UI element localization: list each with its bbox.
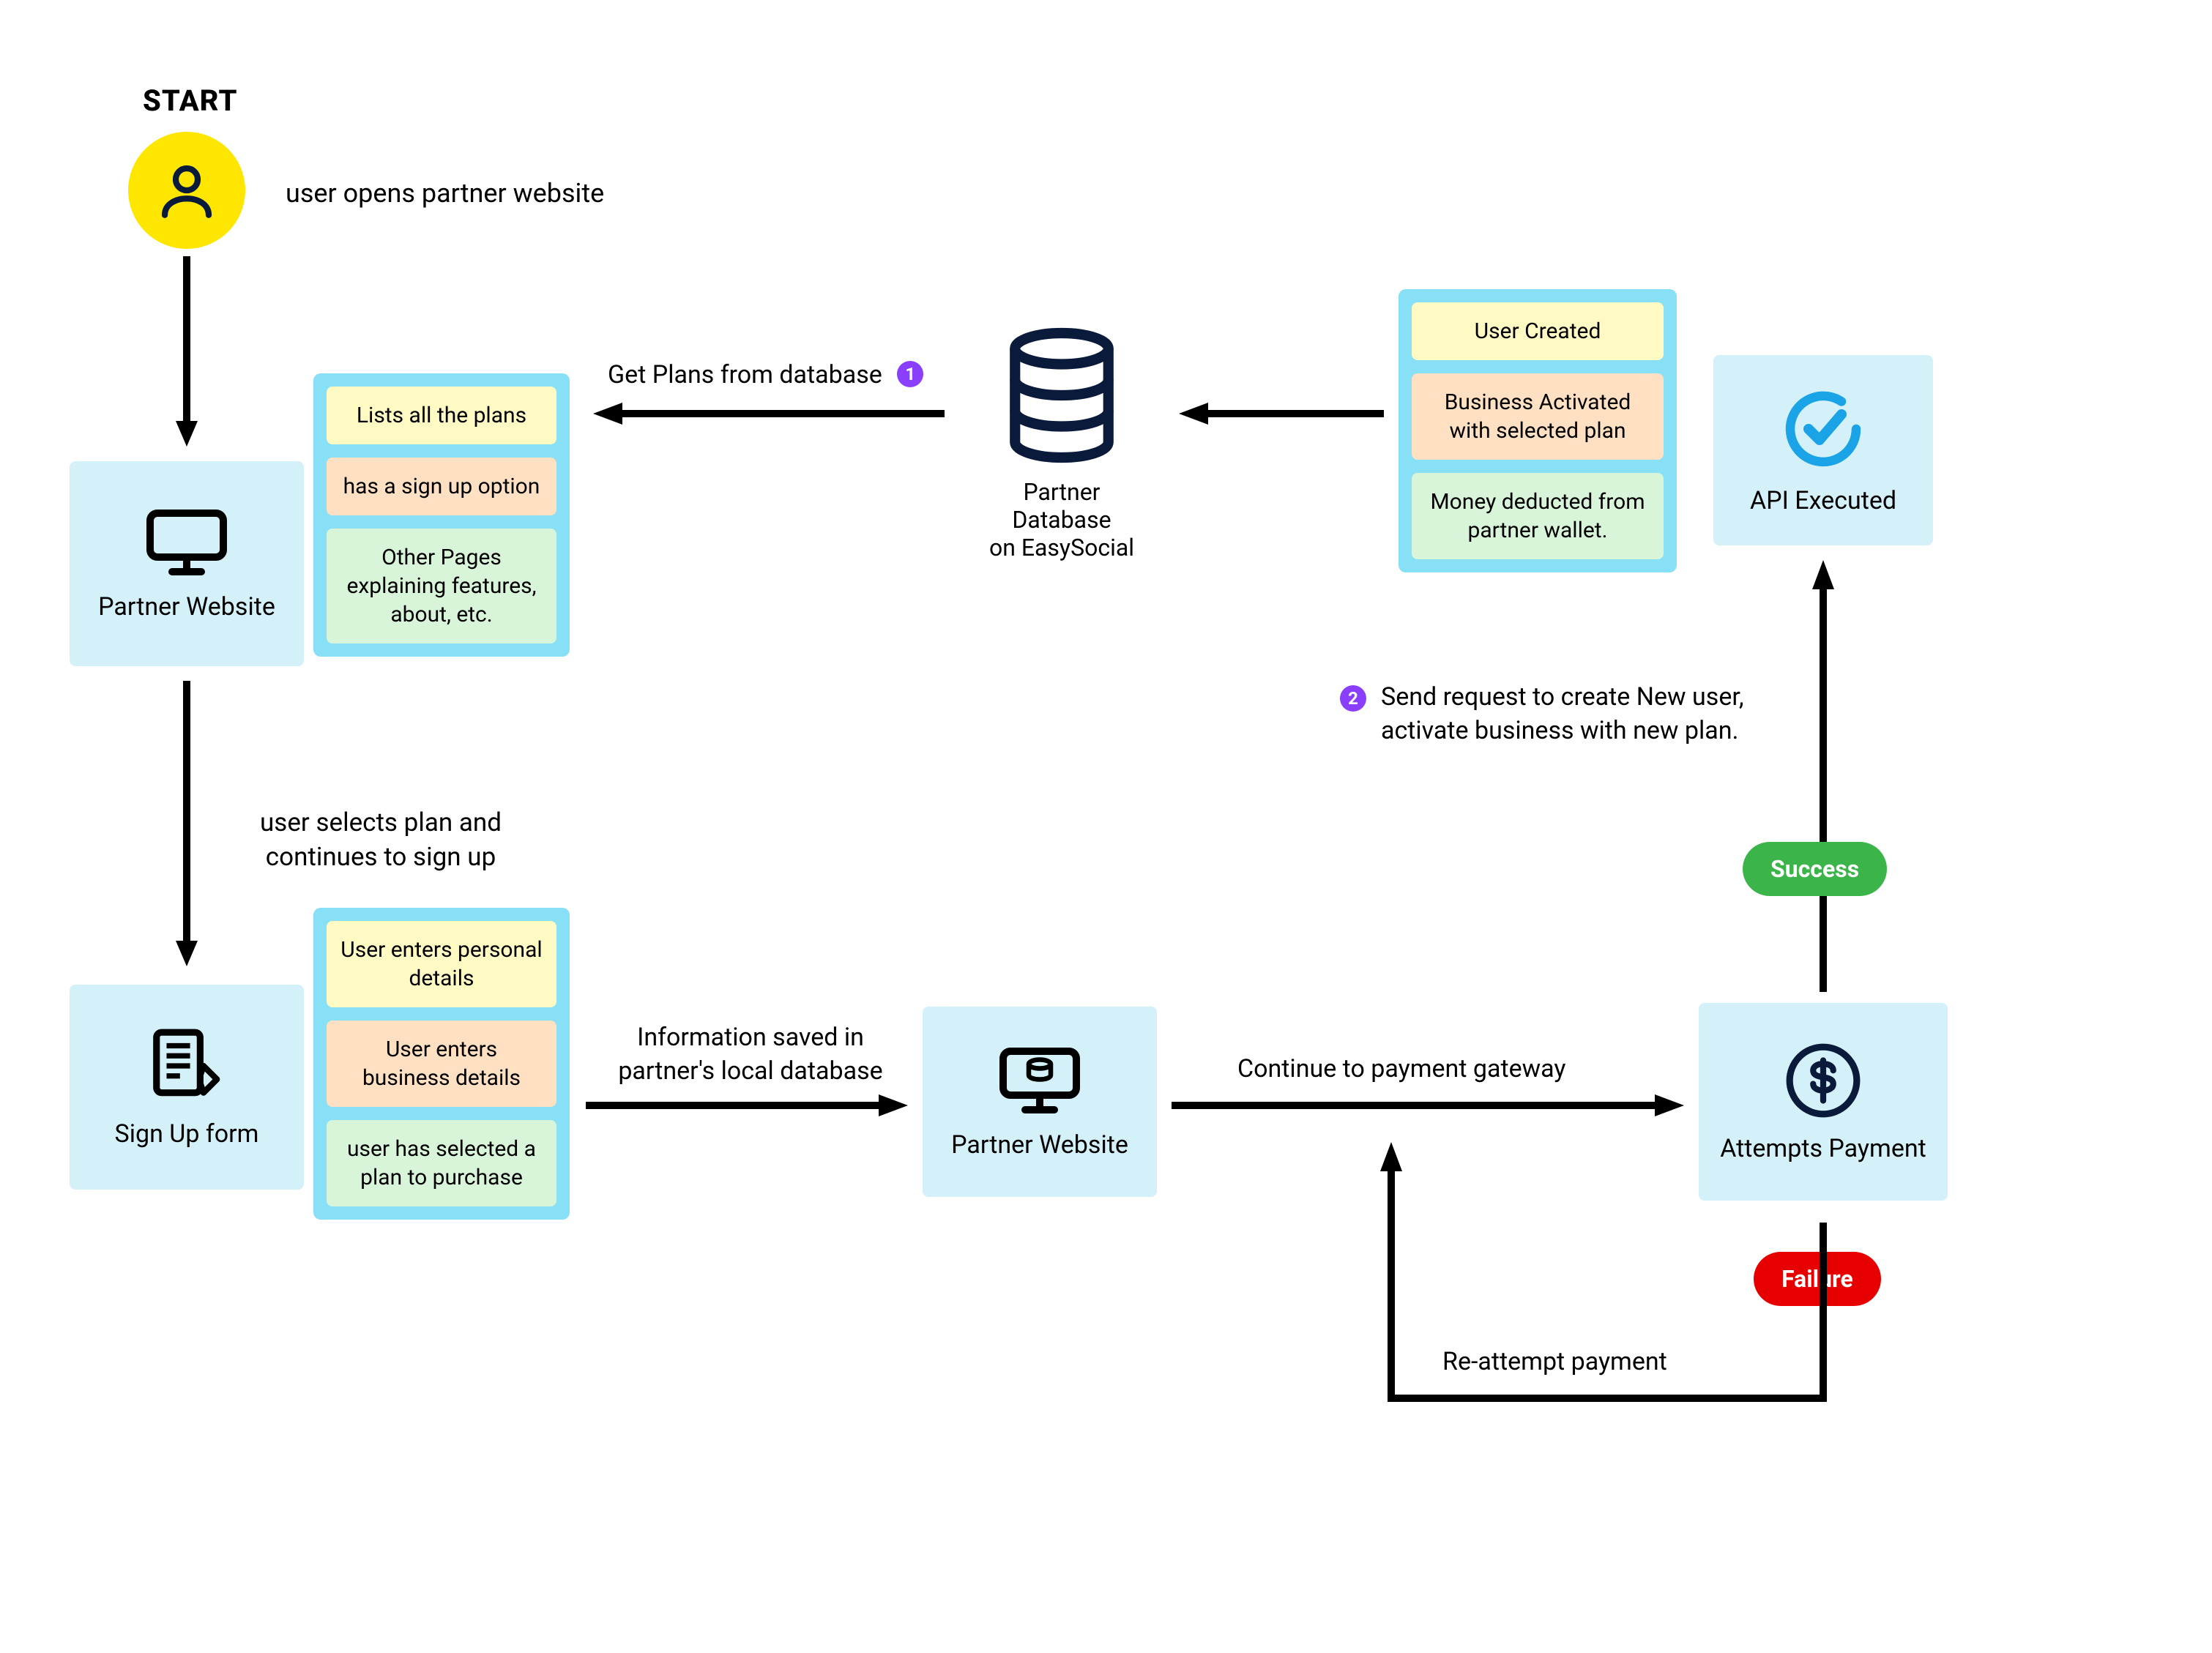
- arrow-site-to-signup: [176, 681, 198, 966]
- edge-select-plan-label: user selects plan and continues to sign …: [242, 805, 520, 875]
- node-api-executed: API Executed: [1713, 355, 1933, 545]
- list-item: User enters personal details: [327, 921, 556, 1007]
- user-icon: [154, 157, 220, 223]
- list-item: user has selected a plan to purchase: [327, 1120, 556, 1206]
- results-list: User Created Business Activated with sel…: [1399, 289, 1677, 572]
- node-partner-website: Partner Website: [70, 461, 304, 666]
- node-partner-db: Partner Database on EasySocial: [974, 326, 1150, 561]
- badge-1: 1: [897, 361, 923, 387]
- start-label: START: [143, 83, 238, 118]
- database-icon: [999, 326, 1124, 465]
- dollar-circle-icon: [1783, 1040, 1863, 1121]
- check-circle-icon: [1779, 385, 1867, 473]
- edge-reattempt-label: Re-attempt payment: [1442, 1346, 1667, 1379]
- edge-saved-label: Information saved in partner's local dat…: [593, 1021, 908, 1089]
- arrow-start-to-site: [176, 256, 198, 447]
- list-item: Other Pages explaining features, about, …: [327, 529, 556, 643]
- start-action-label: user opens partner website: [286, 176, 604, 212]
- list-item: User enters business details: [327, 1020, 556, 1107]
- node-partner-website-label: Partner Website: [98, 592, 275, 622]
- node-partner-db-label: Partner Database on EasySocial: [974, 478, 1150, 561]
- list-item: has a sign up option: [327, 458, 556, 515]
- node-signup-form: Sign Up form: [70, 985, 304, 1190]
- monitor-db-icon: [996, 1044, 1084, 1117]
- start-node: [128, 132, 245, 249]
- edge-send-request: 2 Send request to create New user, activ…: [1340, 681, 1744, 748]
- arrow-signup-to-site2: [586, 1091, 908, 1120]
- list-item: Money deducted from partner wallet.: [1412, 473, 1664, 559]
- edge-continue-pay-label: Continue to payment gateway: [1237, 1053, 1566, 1086]
- node-api-executed-label: API Executed: [1750, 486, 1896, 515]
- edge-send-request-label: Send request to create New user, activat…: [1381, 681, 1744, 748]
- arrow-db-to-plans: [593, 399, 945, 428]
- badge-success: Success: [1743, 842, 1887, 896]
- node-partner-website-2-label: Partner Website: [951, 1130, 1128, 1160]
- list-item: Business Activated with selected plan: [1412, 373, 1664, 460]
- plans-list: Lists all the plans has a sign up option…: [313, 373, 570, 657]
- badge-2: 2: [1340, 685, 1366, 712]
- edge-get-plans-text: Get Plans from database: [608, 360, 882, 389]
- list-item: User Created: [1412, 302, 1664, 360]
- signup-list: User enters personal details User enters…: [313, 908, 570, 1220]
- edge-get-plans-label: Get Plans from database 1: [608, 359, 923, 392]
- list-item: Lists all the plans: [327, 387, 556, 444]
- arrow-results-to-db: [1179, 399, 1384, 428]
- monitor-icon: [143, 506, 231, 579]
- arrow-payment-to-api: [1812, 560, 1834, 992]
- arrow-site2-to-payment: [1172, 1091, 1684, 1120]
- form-icon: [146, 1026, 227, 1106]
- node-signup-form-label: Sign Up form: [115, 1119, 259, 1149]
- node-partner-website-2: Partner Website: [923, 1007, 1157, 1197]
